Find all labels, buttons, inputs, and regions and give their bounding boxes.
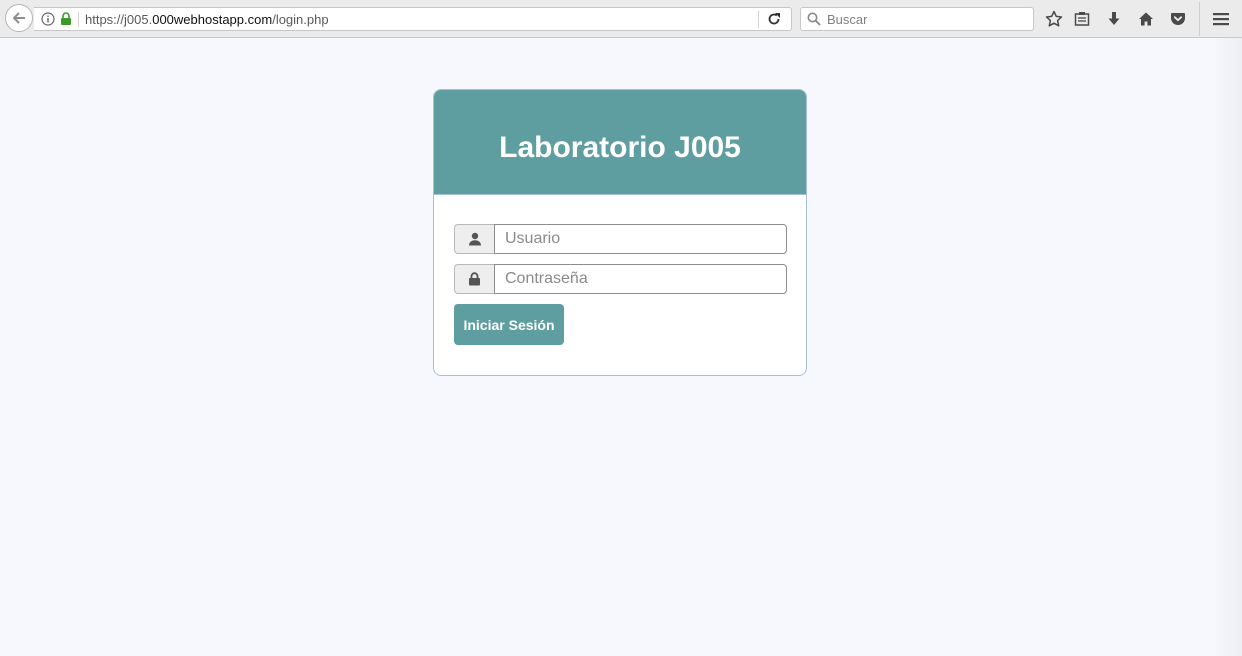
login-title: Laboratorio J005 — [499, 130, 741, 164]
password-addon — [454, 264, 494, 294]
reading-list-icon[interactable] — [1072, 9, 1092, 29]
download-icon[interactable] — [1104, 9, 1124, 29]
star-icon[interactable] — [1044, 9, 1064, 29]
back-button[interactable] — [5, 4, 33, 32]
login-header: Laboratorio J005 — [434, 90, 806, 195]
login-button[interactable]: Iniciar Sesión — [454, 304, 564, 345]
browser-toolbar: https://j005.000webhostapp.com/login.php… — [0, 0, 1242, 38]
url-path: /login.php — [272, 12, 329, 27]
menu-icon[interactable] — [1211, 9, 1231, 29]
search-placeholder: Buscar — [827, 12, 868, 27]
search-bar[interactable]: Buscar — [800, 7, 1034, 31]
username-field-group — [454, 224, 787, 254]
url-prefix: https://j005. — [85, 12, 153, 27]
url-separator — [78, 12, 79, 27]
url-text[interactable]: https://j005.000webhostapp.com/login.php — [85, 12, 329, 27]
username-input[interactable] — [494, 224, 787, 254]
back-arrow-icon — [12, 12, 25, 24]
lock-icon — [469, 272, 480, 286]
home-icon[interactable] — [1136, 9, 1156, 29]
info-icon[interactable] — [41, 12, 55, 31]
user-icon — [468, 232, 481, 246]
login-card: Laboratorio J005 Iniciar Sesión — [433, 89, 807, 376]
search-icon — [807, 12, 821, 31]
username-addon — [454, 224, 494, 254]
window-shadow — [1212, 38, 1242, 656]
reload-separator — [758, 11, 759, 28]
password-input[interactable] — [494, 264, 787, 294]
pocket-icon[interactable] — [1168, 9, 1188, 29]
toolbar-divider — [1199, 2, 1200, 36]
url-host: 000webhostapp.com — [152, 12, 273, 27]
lock-icon[interactable] — [60, 12, 72, 31]
password-field-group — [454, 264, 787, 294]
url-bar[interactable]: https://j005.000webhostapp.com/login.php — [34, 7, 792, 31]
reload-icon[interactable] — [767, 12, 781, 31]
